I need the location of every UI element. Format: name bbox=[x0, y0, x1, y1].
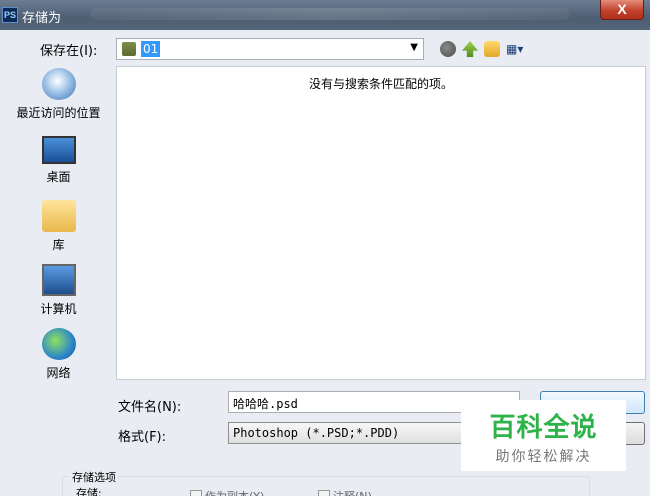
format-label: 格式(F): bbox=[118, 430, 167, 445]
as-copy-label: 作为副本(Y) bbox=[205, 488, 264, 496]
photoshop-app-icon: PS bbox=[2, 7, 18, 23]
recent-places-icon bbox=[41, 68, 76, 100]
new-folder-icon[interactable] bbox=[484, 41, 500, 57]
places-bar: 最近访问的位置 桌面 库 计算机 网络 bbox=[7, 66, 110, 460]
notes-checkbox[interactable]: 注释(N) bbox=[318, 488, 372, 496]
back-icon[interactable] bbox=[440, 41, 456, 57]
empty-message: 没有与搜索条件匹配的项。 bbox=[308, 77, 453, 91]
blurred-title-area bbox=[90, 8, 570, 20]
save-options-label: 存储: bbox=[76, 487, 102, 496]
watermark: 百科全说 助你轻松解决 bbox=[461, 400, 626, 471]
save-in-label: 保存在(I): bbox=[40, 44, 98, 59]
watermark-brand: 百科全说 bbox=[489, 413, 598, 443]
place-recent[interactable]: 最近访问的位置 bbox=[7, 68, 110, 121]
place-computer[interactable]: 计算机 bbox=[7, 264, 110, 317]
place-label: 桌面 bbox=[46, 170, 71, 184]
close-button[interactable]: X bbox=[600, 0, 644, 20]
file-list[interactable]: 没有与搜索条件匹配的项。 bbox=[116, 66, 646, 380]
place-label: 网络 bbox=[46, 366, 71, 380]
place-label: 最近访问的位置 bbox=[16, 106, 101, 120]
library-icon bbox=[41, 200, 76, 232]
save-in-value: 01 bbox=[141, 41, 161, 57]
save-in-dropdown[interactable]: 01 ▼ bbox=[116, 38, 424, 60]
place-label: 库 bbox=[52, 238, 65, 252]
up-folder-icon[interactable] bbox=[462, 41, 478, 57]
window-title: 存储为 bbox=[22, 11, 62, 26]
view-menu-icon[interactable]: ▦▾ bbox=[506, 41, 530, 57]
place-library[interactable]: 库 bbox=[7, 200, 110, 253]
place-network[interactable]: 网络 bbox=[7, 328, 110, 381]
checkbox-box bbox=[318, 490, 330, 496]
watermark-slogan: 助你轻松解决 bbox=[495, 449, 592, 465]
network-icon bbox=[41, 328, 76, 360]
as-copy-checkbox[interactable]: 作为副本(Y) bbox=[190, 488, 264, 496]
place-desktop[interactable]: 桌面 bbox=[7, 136, 110, 185]
desktop-icon bbox=[41, 136, 76, 164]
checkbox-box bbox=[190, 490, 202, 496]
computer-icon bbox=[41, 264, 76, 296]
navigation-toolbar: ▦▾ bbox=[440, 40, 530, 58]
chevron-down-icon[interactable]: ▼ bbox=[410, 42, 418, 53]
title-bar: PS 存储为 X bbox=[0, 0, 650, 30]
notes-label: 注释(N) bbox=[333, 488, 372, 496]
filename-label: 文件名(N): bbox=[118, 400, 182, 415]
folder-icon bbox=[122, 42, 136, 56]
place-label: 计算机 bbox=[40, 302, 77, 316]
save-options-title: 存储选项 bbox=[70, 469, 118, 485]
